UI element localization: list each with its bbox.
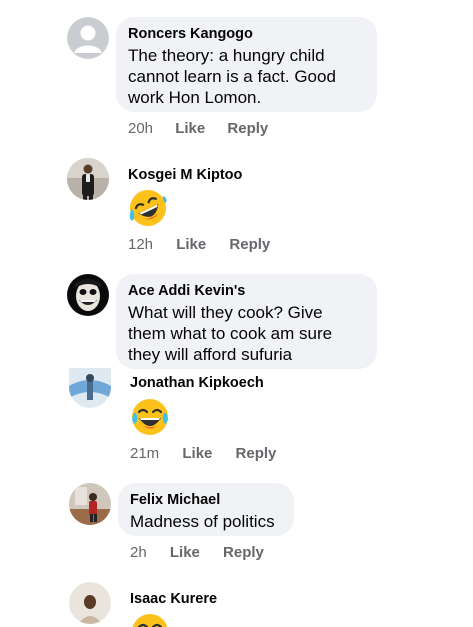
like-button[interactable]: Like: [182, 445, 212, 462]
photo-avatar-icon: [69, 483, 111, 525]
commenter-avatar[interactable]: [67, 17, 109, 59]
like-button[interactable]: Like: [175, 120, 205, 137]
photo-avatar-icon: [69, 368, 111, 408]
commenter-avatar[interactable]: [67, 274, 109, 316]
comment-actions: 21m Like Reply: [130, 445, 276, 462]
comment-author[interactable]: Felix Michael: [130, 491, 282, 509]
creepy-face-icon: [67, 274, 109, 316]
comment-author[interactable]: Isaac Kurere: [130, 590, 217, 608]
commenter-avatar[interactable]: [69, 483, 111, 525]
like-button[interactable]: Like: [176, 236, 206, 253]
reply-button[interactable]: Reply: [229, 236, 270, 253]
comment-actions: 2h Like Reply: [130, 544, 264, 561]
comment-timestamp[interactable]: 20h: [128, 120, 153, 137]
reply-button[interactable]: Reply: [227, 120, 268, 137]
comment-bubble: Roncers Kangogo The theory: a hungry chi…: [116, 17, 377, 112]
like-button[interactable]: Like: [170, 544, 200, 561]
person-in-suit-icon: [67, 158, 109, 200]
comment-bubble: Felix Michael Madness of politics: [118, 483, 294, 536]
comment-timestamp[interactable]: 2h: [130, 544, 147, 561]
comment-author[interactable]: Roncers Kangogo: [128, 25, 365, 43]
comment-actions: 12h Like Reply: [128, 236, 270, 253]
tears-of-joy-emoji: [130, 397, 170, 437]
rolling-on-floor-laughing-emoji: [128, 188, 168, 228]
commenter-avatar[interactable]: [67, 158, 109, 200]
comment-timestamp[interactable]: 12h: [128, 236, 153, 253]
person-photo-avatar-icon: [69, 582, 111, 624]
reply-button[interactable]: Reply: [236, 445, 277, 462]
comment-author[interactable]: Kosgei M Kiptoo: [128, 166, 242, 184]
comment-actions: 20h Like Reply: [128, 120, 268, 137]
commenter-avatar[interactable]: [69, 582, 111, 624]
comment-author[interactable]: Jonathan Kipkoech: [130, 374, 264, 392]
comment-timestamp[interactable]: 21m: [130, 445, 159, 462]
laughing-emoji: [130, 612, 170, 627]
comment-author[interactable]: Ace Addi Kevin's: [128, 282, 365, 300]
comment-text: Madness of politics: [130, 512, 275, 531]
default-avatar-icon: [67, 17, 109, 59]
comment-text: The theory: a hungry child cannot learn …: [128, 46, 336, 107]
commenter-avatar[interactable]: [69, 368, 111, 408]
comment-bubble: Ace Addi Kevin's What will they cook? Gi…: [116, 274, 377, 369]
reply-button[interactable]: Reply: [223, 544, 264, 561]
comment-text: What will they cook? Give them what to c…: [128, 303, 333, 364]
